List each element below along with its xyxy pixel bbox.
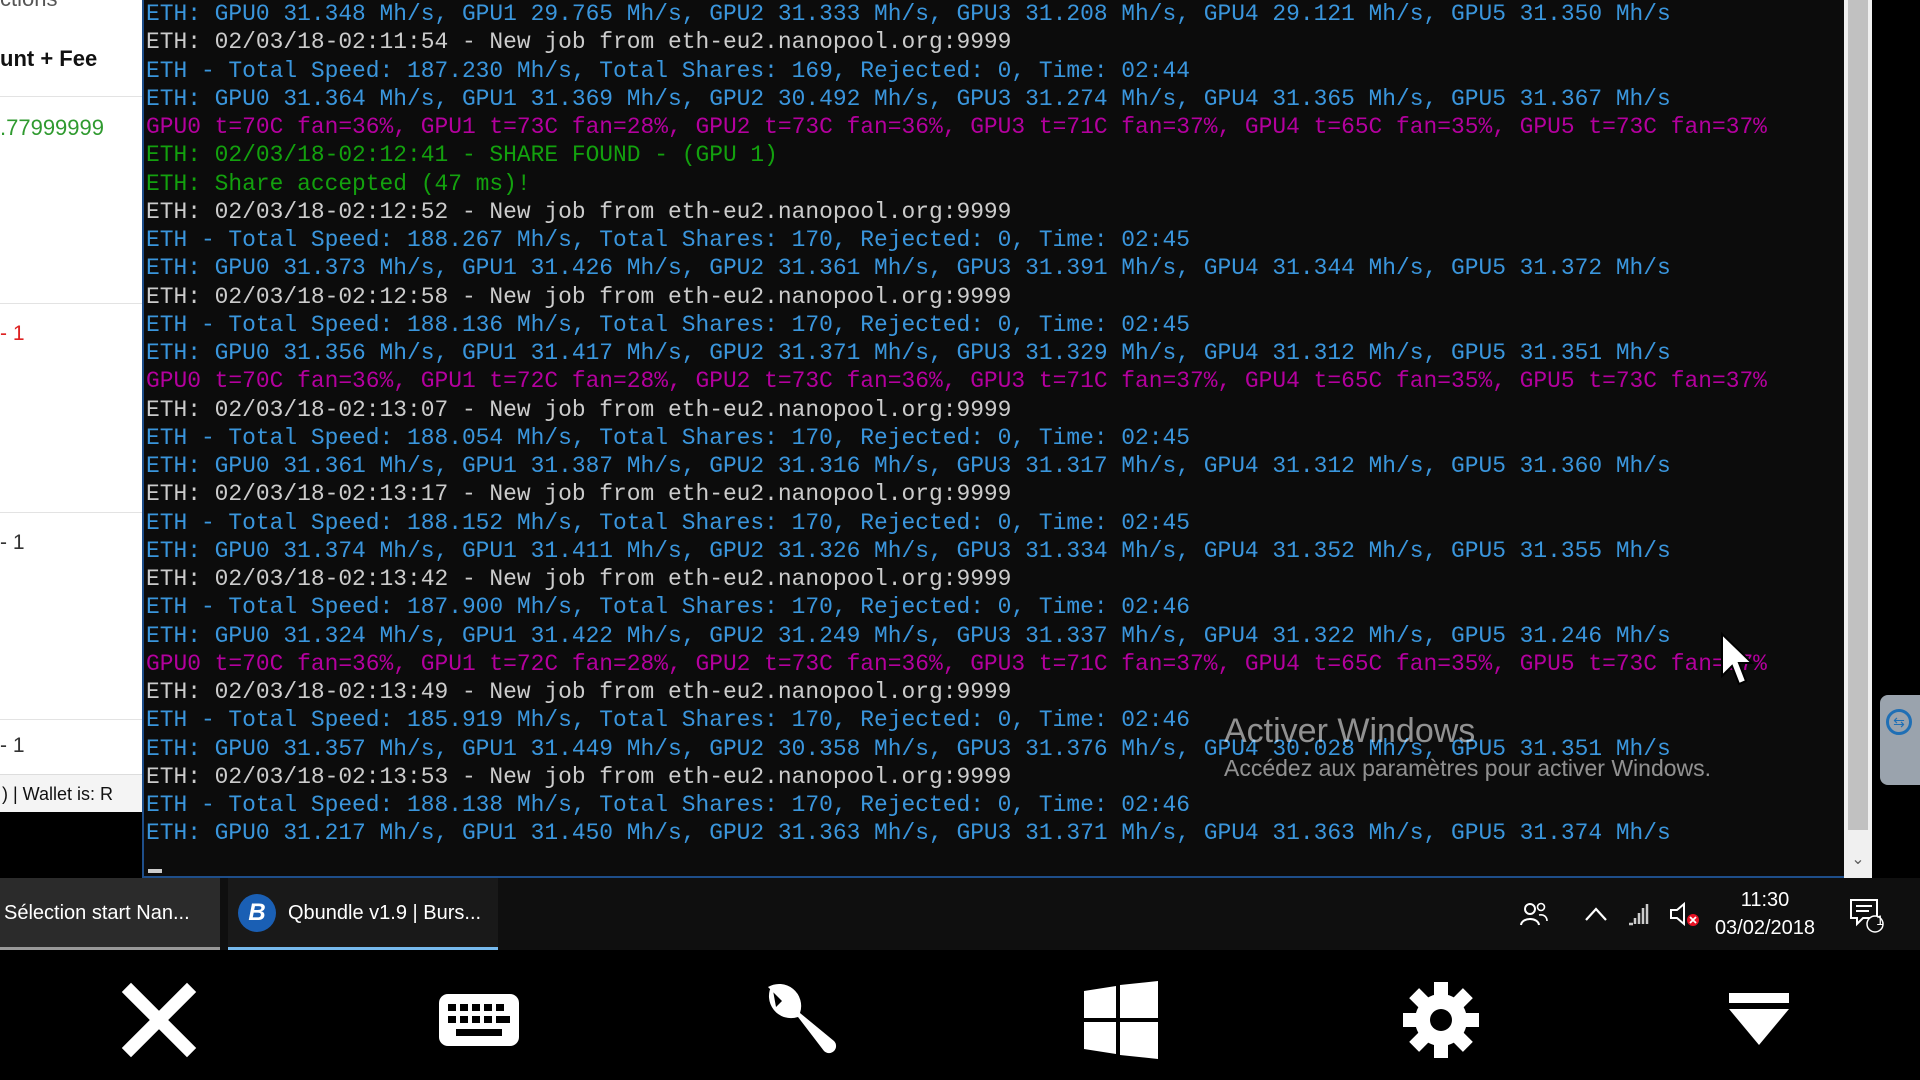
console-scrollbar[interactable]: ⌄ bbox=[1844, 0, 1872, 878]
windows-activation-watermark: Activer Windows Accédez aux paramètres p… bbox=[1224, 712, 1711, 782]
collapse-down-icon[interactable] bbox=[1714, 975, 1804, 1065]
amount-value: .77999999 bbox=[0, 115, 104, 140]
console-cursor bbox=[148, 869, 162, 873]
row-value: - 1 bbox=[0, 734, 25, 757]
console-line: GPU0 t=70C fan=36%, GPU1 t=73C fan=28%, … bbox=[146, 114, 1767, 140]
console-line: ETH: GPU0 31.361 Mh/s, GPU1 31.387 Mh/s,… bbox=[146, 453, 1671, 479]
console-line: ETH - Total Speed: 188.267 Mh/s, Total S… bbox=[146, 227, 1190, 253]
remote-panel-handle[interactable]: ⇆ bbox=[1880, 695, 1920, 785]
close-icon[interactable] bbox=[114, 975, 204, 1065]
console-line: ETH: 02/03/18-02:11:54 - New job from et… bbox=[146, 29, 1012, 56]
console-line: ETH - Total Speed: 187.900 Mh/s, Total S… bbox=[146, 594, 1190, 621]
console-line: ETH: 02/03/18-02:13:42 - New job from et… bbox=[146, 566, 1012, 592]
background-app-title-partial: ctions bbox=[0, 0, 57, 12]
console-line: ETH: GPU0 31.373 Mh/s, GPU1 31.426 Mh/s,… bbox=[146, 255, 1671, 282]
people-icon[interactable] bbox=[1512, 878, 1556, 950]
console-line: ETH: 02/03/18-02:12:41 - SHARE FOUND - (… bbox=[146, 142, 778, 169]
column-header-cell: unt + Fee bbox=[0, 26, 142, 97]
wallet-status-bar: ) | Wallet is: R bbox=[0, 774, 142, 813]
action-center-icon[interactable]: 1 bbox=[1840, 878, 1890, 950]
console-line: ETH: 02/03/18-02:13:07 - New job from et… bbox=[146, 396, 1012, 423]
scroll-down-arrow-icon[interactable]: ⌄ bbox=[1848, 850, 1868, 870]
column-header-amount: unt + Fee bbox=[0, 46, 98, 71]
clock-date: 03/02/2018 bbox=[1714, 917, 1816, 939]
scrollbar-thumb[interactable] bbox=[1848, 0, 1868, 830]
table-row[interactable]: - 1 bbox=[0, 304, 142, 513]
notification-count-badge: 1 bbox=[1876, 912, 1884, 928]
console-line: ETH: 02/03/18-02:13:17 - New job from et… bbox=[146, 481, 1012, 508]
console-line: ETH: GPU0 31.374 Mh/s, GPU1 31.411 Mh/s,… bbox=[146, 537, 1671, 564]
background-app-window[interactable]: ctions unt + Fee .77999999 - 1 - 1 - 1 )… bbox=[0, 0, 142, 840]
console-line: ETH: 02/03/18-02:12:52 - New job from et… bbox=[146, 198, 1012, 225]
clock-time: 11:30 bbox=[1740, 889, 1790, 911]
console-line: ETH: GPU0 31.324 Mh/s, GPU1 31.422 Mh/s,… bbox=[146, 622, 1671, 649]
console-line: ETH: GPU0 31.364 Mh/s, GPU1 31.369 Mh/s,… bbox=[146, 85, 1671, 112]
console-line: ETH: GPU0 31.356 Mh/s, GPU1 31.417 Mh/s,… bbox=[146, 340, 1671, 366]
taskbar-item-qbundle[interactable]: B Qbundle v1.9 | Burs... bbox=[228, 878, 498, 950]
console-line: ETH: GPU0 31.217 Mh/s, GPU1 31.450 Mh/s,… bbox=[146, 820, 1671, 847]
console-line: GPU0 t=70C fan=36%, GPU1 t=72C fan=28%, … bbox=[146, 650, 1767, 677]
qbundle-logo-icon: B bbox=[238, 894, 276, 932]
mouse-cursor-icon bbox=[1721, 632, 1754, 686]
console-line: ETH - Total Speed: 188.152 Mh/s, Total S… bbox=[146, 509, 1190, 536]
network-icon[interactable] bbox=[1618, 878, 1662, 950]
gear-icon[interactable] bbox=[1396, 975, 1486, 1065]
table-row[interactable]: - 1 bbox=[0, 720, 142, 774]
console-line: ETH - Total Speed: 188.138 Mh/s, Total S… bbox=[146, 792, 1190, 818]
keyboard-icon[interactable] bbox=[434, 975, 524, 1065]
remote-toolbar bbox=[0, 950, 1920, 1080]
console-line: ETH: 02/03/18-02:12:58 - New job from et… bbox=[146, 283, 1012, 310]
table-row[interactable]: - 1 bbox=[0, 513, 142, 720]
wrench-icon[interactable] bbox=[754, 975, 844, 1065]
remote-connection-icon: ⇆ bbox=[1886, 709, 1912, 735]
taskbar-item-label: Sélection start Nan... bbox=[4, 902, 190, 924]
windows-icon[interactable] bbox=[1076, 975, 1166, 1065]
console-line: ETH: 02/03/18-02:13:49 - New job from et… bbox=[146, 679, 1012, 705]
taskbar-item-label: Qbundle v1.9 | Burs... bbox=[288, 902, 482, 924]
taskbar-item-selection[interactable]: Sélection start Nan... bbox=[0, 878, 220, 950]
console-line: ETH - Total Speed: 188.054 Mh/s, Total S… bbox=[146, 424, 1190, 451]
console-line: ETH: GPU0 31.348 Mh/s, GPU1 29.765 Mh/s,… bbox=[146, 1, 1671, 27]
console-line: GPU0 t=70C fan=36%, GPU1 t=72C fan=28%, … bbox=[146, 368, 1767, 395]
taskbar: Sélection start Nan... B Qbundle v1.9 | … bbox=[0, 878, 1920, 950]
console-line: ETH - Total Speed: 188.136 Mh/s, Total S… bbox=[146, 311, 1190, 338]
taskbar-clock[interactable]: 11:30 03/02/2018 bbox=[1700, 878, 1830, 950]
chevron-up-icon[interactable] bbox=[1574, 878, 1618, 950]
row-value: - 1 bbox=[0, 531, 25, 554]
console-line: ETH - Total Speed: 187.230 Mh/s, Total S… bbox=[146, 57, 1190, 84]
table-row[interactable]: .77999999 bbox=[0, 97, 142, 304]
row-value: - 1 bbox=[0, 322, 25, 345]
console-line: ETH: Share accepted (47 ms)! bbox=[146, 170, 531, 197]
background-gap bbox=[0, 812, 142, 840]
watermark-subtitle: Accédez aux paramètres pour activer Wind… bbox=[1224, 755, 1712, 781]
watermark-title: Activer Windows bbox=[1224, 712, 1476, 750]
